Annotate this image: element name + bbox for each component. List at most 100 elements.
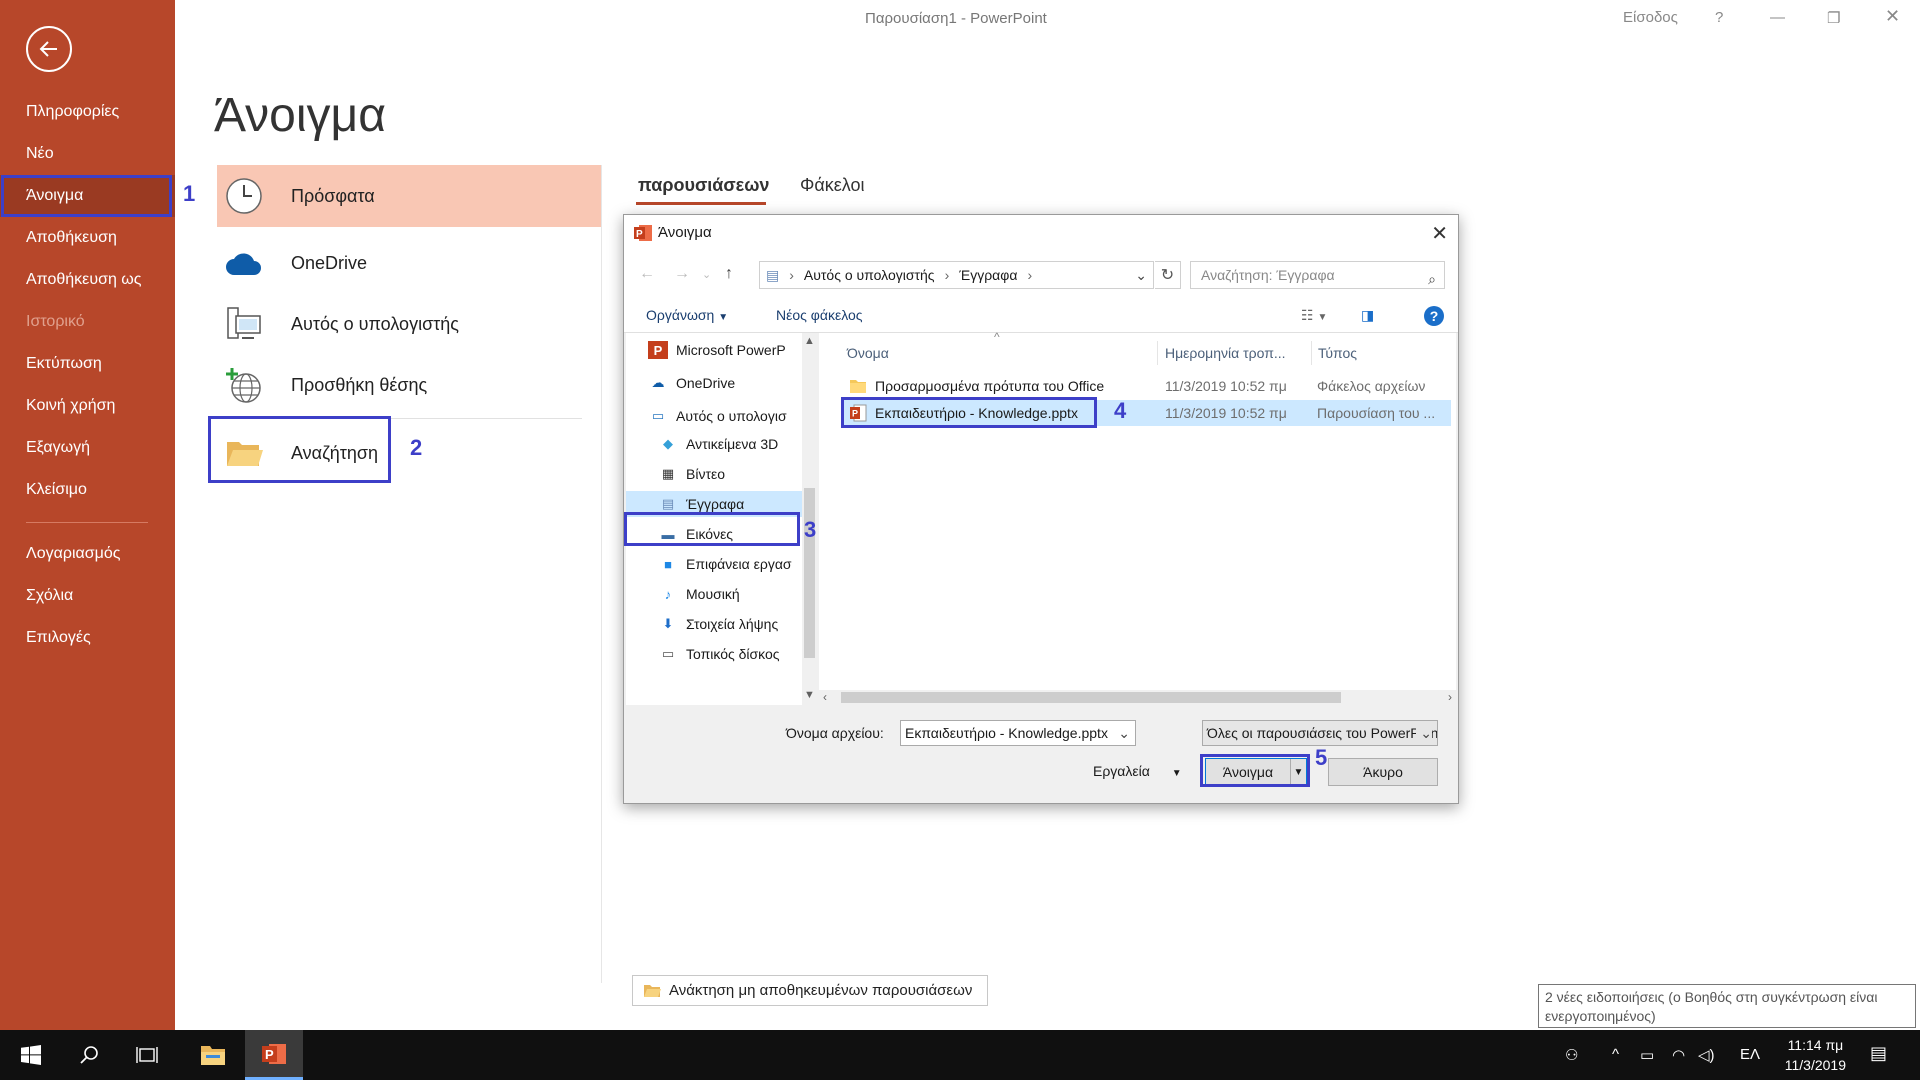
tree-item[interactable]: ■ Επιφάνεια εργασ [658, 551, 816, 577]
globe-add-icon [221, 362, 267, 408]
svg-text:P: P [636, 229, 643, 240]
file-row[interactable]: Προσαρμοσμένα πρότυπα του Office 11/3/20… [841, 373, 1451, 399]
search-input[interactable]: Αναζήτηση: Έγγραφα ⌕ [1190, 261, 1445, 289]
computer-icon: ▭ [651, 408, 665, 423]
tree-item[interactable]: ▦ Βίντεο [658, 461, 816, 487]
nav-feedback[interactable]: Σχόλια [0, 575, 175, 617]
search-placeholder: Αναζήτηση: Έγγραφα [1201, 267, 1335, 283]
tree-item[interactable]: ▭ Αυτός ο υπολογισ [648, 403, 816, 429]
cancel-button[interactable]: Άκυρο [1328, 758, 1438, 786]
tools-button[interactable]: Εργαλεία ▼ [1093, 763, 1182, 779]
search-button[interactable] [60, 1030, 118, 1080]
nav-history: Ιστορικό [26, 313, 85, 330]
chevron-down-icon[interactable]: ⌄ [1118, 721, 1130, 745]
search-icon [80, 1046, 98, 1064]
powerpoint-icon: P [648, 341, 668, 359]
tab-folders[interactable]: Φάκελοι [800, 175, 865, 196]
nav-export[interactable]: Εξαγωγή [0, 427, 175, 469]
scroll-up-icon[interactable]: ▲ [804, 335, 815, 347]
document-icon: ▤ [661, 496, 675, 511]
refresh-icon[interactable]: ↻ [1155, 261, 1181, 289]
tree-item-label: Αντικείμενα 3D [686, 436, 779, 452]
language-indicator[interactable]: ΕΛ [1740, 1046, 1760, 1063]
task-view-button[interactable] [118, 1030, 176, 1080]
column-separator [1157, 341, 1158, 365]
close-icon[interactable]: ✕ [1885, 6, 1900, 27]
tree-item[interactable]: ▭ Τοπικός δίσκος [658, 641, 816, 667]
clock[interactable]: 11:14 πμ 11/3/2019 [1785, 1035, 1846, 1075]
back-button[interactable] [26, 26, 72, 72]
step-number-3: 3 [804, 517, 817, 542]
nav-options[interactable]: Επιλογές [0, 617, 175, 659]
column-header-date[interactable]: Ημερομηνία τροπ... [1165, 345, 1286, 361]
wifi-icon[interactable]: ◠ [1672, 1046, 1685, 1064]
tree-item-label: Επιφάνεια εργασ [686, 556, 792, 572]
help-button[interactable]: ? [1715, 9, 1723, 26]
nav-share[interactable]: Κοινή χρήση [0, 385, 175, 427]
show-hidden-icons[interactable]: ^ [1612, 1046, 1619, 1063]
scroll-thumb[interactable] [804, 488, 815, 658]
scroll-down-icon[interactable]: ▼ [804, 689, 815, 701]
back-arrow-icon[interactable]: ← [639, 265, 655, 283]
column-header-type[interactable]: Τύπος [1318, 345, 1357, 361]
recent-dropdown-icon[interactable]: ⌄ [702, 268, 711, 281]
new-folder-button[interactable]: Νέος φάκελος [776, 307, 863, 323]
file-list-hscrollbar[interactable]: ‹ › [819, 690, 1456, 705]
location-this-pc[interactable]: Αυτός ο υπολογιστής [217, 293, 602, 355]
tree-item[interactable]: ♪ Μουσική [658, 581, 816, 607]
view-options-icon[interactable]: ☷ ▼ [1301, 307, 1327, 324]
computer-icon [221, 301, 267, 347]
breadcrumb-item[interactable]: Αυτός ο υπολογιστής [804, 267, 935, 283]
chevron-down-icon[interactable]: ⌄ [1135, 267, 1147, 284]
back-arrow-icon [39, 41, 57, 57]
recover-unsaved-button[interactable]: Ανάκτηση μη αποθηκευμένων παρουσιάσεων [632, 975, 988, 1006]
highlight-box-4 [841, 397, 1097, 428]
filename-value: Εκπαιδευτήριο - Knowledge.pptx [905, 725, 1108, 741]
tab-underline [636, 202, 766, 205]
location-recent[interactable]: Πρόσφατα [217, 165, 602, 227]
people-icon[interactable]: ⚇ [1565, 1046, 1578, 1064]
tools-label: Εργαλεία [1093, 763, 1150, 779]
location-onedrive[interactable]: OneDrive [217, 232, 602, 294]
breadcrumb-item[interactable]: Έγγραφα [959, 267, 1017, 283]
filetype-select[interactable]: Όλες οι παρουσιάσεις του PowerPoint ⌄ [1202, 720, 1438, 746]
nav-account[interactable]: Λογαριασμός [0, 533, 175, 575]
tree-item[interactable]: ☁ OneDrive [648, 370, 816, 396]
clock-date: 11/3/2019 [1784, 1057, 1846, 1073]
tree-item[interactable]: ⬇ Στοιχεία λήψης [658, 611, 816, 637]
tab-presentations[interactable]: παρουσιάσεων [638, 175, 769, 196]
location-add-place[interactable]: Προσθήκη θέσης [217, 354, 602, 416]
organize-button[interactable]: Οργάνωση ▼ [646, 307, 728, 323]
scroll-left-icon[interactable]: ‹ [823, 690, 827, 704]
minimize-icon[interactable]: — [1770, 9, 1785, 26]
dialog-close-icon[interactable]: ✕ [1431, 221, 1448, 246]
nav-print[interactable]: Εκτύπωση [0, 343, 175, 385]
scroll-right-icon[interactable]: › [1448, 690, 1452, 704]
tree-item[interactable]: ◆ Αντικείμενα 3D [658, 431, 816, 457]
nav-close[interactable]: Κλείσιμο [0, 469, 175, 511]
nav-new[interactable]: Νέο [0, 133, 175, 175]
nav-save-as[interactable]: Αποθήκευση ως [0, 259, 175, 301]
powerpoint-icon: P [634, 225, 652, 241]
restore-icon[interactable]: ❐ [1827, 9, 1840, 27]
nav-save[interactable]: Αποθήκευση [0, 217, 175, 259]
volume-icon[interactable]: ◁) [1698, 1046, 1715, 1064]
action-center-icon[interactable]: ▤ [1870, 1043, 1887, 1064]
powerpoint-taskbar-button[interactable]: P [245, 1030, 303, 1080]
signin-link[interactable]: Είσοδος [1623, 9, 1678, 26]
scroll-thumb[interactable] [841, 692, 1341, 703]
up-arrow-icon[interactable]: ↑ [725, 265, 733, 283]
nav-info[interactable]: Πληροφορίες [0, 91, 175, 133]
dialog-title: Άνοιγμα [658, 224, 712, 241]
forward-arrow-icon[interactable]: → [674, 265, 690, 283]
breadcrumb[interactable]: ▤ › Αυτός ο υπολογιστής › Έγγραφα › ⌄ [759, 261, 1154, 289]
file-explorer-button[interactable] [184, 1030, 242, 1080]
chevron-down-icon[interactable]: ⌄ [1416, 721, 1432, 745]
start-button[interactable] [2, 1030, 60, 1080]
preview-pane-icon[interactable]: ◨ [1361, 307, 1374, 324]
help-icon[interactable]: ? [1424, 306, 1444, 326]
battery-icon[interactable]: ▭ [1640, 1046, 1654, 1064]
column-header-name[interactable]: Όνομα [847, 345, 889, 361]
tree-item[interactable]: P Microsoft PowerP [648, 337, 816, 363]
filename-input[interactable]: Εκπαιδευτήριο - Knowledge.pptx ⌄ [900, 720, 1136, 746]
